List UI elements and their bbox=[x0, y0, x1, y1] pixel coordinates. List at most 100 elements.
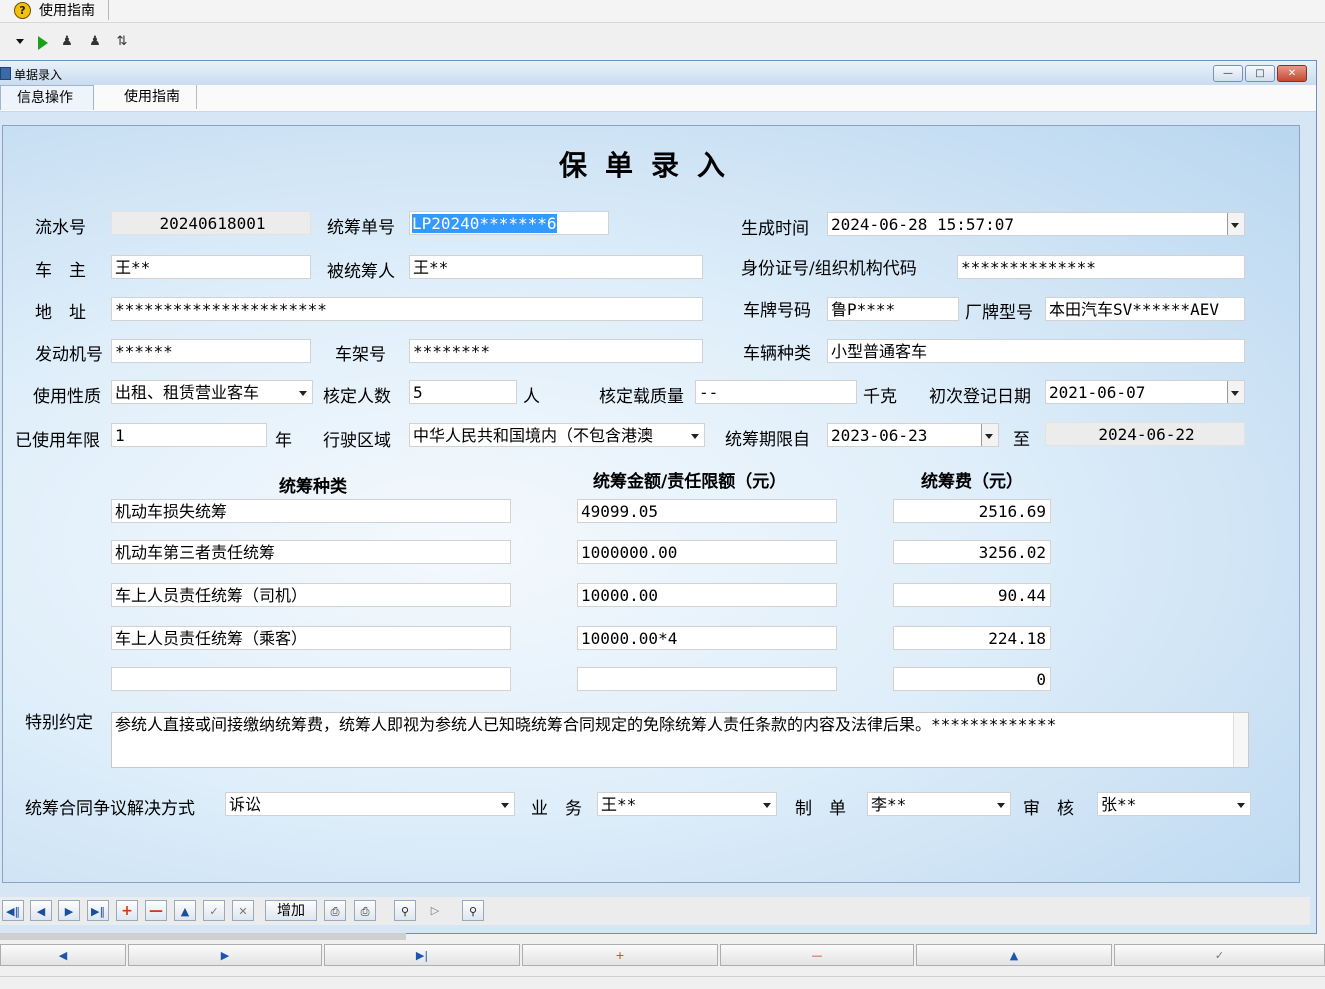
outer-insert-button[interactable]: + bbox=[522, 944, 718, 966]
outer-delete-button[interactable]: — bbox=[720, 944, 914, 966]
coverage-amount-2[interactable]: 1000000.00 bbox=[577, 540, 837, 564]
maker-label: 制 单 bbox=[795, 799, 846, 819]
usage-select[interactable]: 出租、租赁营业客车 bbox=[111, 380, 313, 404]
coverage-amount-1[interactable]: 49099.05 bbox=[577, 499, 837, 523]
coverage-amount-3[interactable]: 10000.00 bbox=[577, 583, 837, 607]
engine-field[interactable]: ****** bbox=[111, 339, 311, 363]
policy-no-selected-text: LP20240*******6 bbox=[412, 214, 557, 233]
last-record-button[interactable]: ▶‖ bbox=[87, 900, 109, 921]
vehicle-type-label: 车辆种类 bbox=[743, 344, 811, 364]
reg-date-field[interactable]: 2021-06-07 bbox=[1045, 380, 1245, 404]
window-titlebar: 单据录入 — □ ✕ bbox=[0, 61, 1316, 85]
maker-select[interactable]: 李** bbox=[867, 792, 1011, 816]
vehicle-type-field[interactable]: 小型普通客车 bbox=[827, 339, 1245, 363]
dispute-label: 统筹合同争议解决方式 bbox=[25, 799, 195, 819]
outer-navigator: ◀ ▶ ▶| + — ▲ ✓ bbox=[0, 944, 1325, 968]
years-used-label: 已使用年限 bbox=[15, 431, 100, 451]
address-field[interactable]: ********************** bbox=[111, 297, 703, 321]
coverage-kind-3[interactable]: 车上人员责任统筹（司机） bbox=[111, 583, 511, 607]
coverage-kind-5[interactable] bbox=[111, 667, 511, 691]
next-record-button[interactable]: ▶ bbox=[58, 900, 80, 921]
special-terms-memo[interactable]: 参统人直接或间接缴纳统筹费，统筹人即视为参统人已知晓统筹合同规定的免除统筹人责任… bbox=[111, 712, 1249, 768]
dispute-select[interactable]: 诉讼 bbox=[225, 792, 515, 816]
engine-label: 发动机号 bbox=[35, 345, 103, 365]
outer-edit-button[interactable]: ▲ bbox=[916, 944, 1112, 966]
business-select[interactable]: 王** bbox=[597, 792, 777, 816]
memo-scrollbar[interactable] bbox=[1233, 713, 1248, 767]
load-unit: 千克 bbox=[863, 387, 897, 407]
outer-next-button[interactable]: ▶ bbox=[128, 944, 322, 966]
period-to-field[interactable]: 2024-06-22 bbox=[1045, 422, 1245, 446]
first-record-button[interactable]: ◀‖ bbox=[2, 900, 24, 921]
load-label: 核定载质量 bbox=[599, 387, 684, 407]
app-toolbar: ♟ ♟ ⇅ bbox=[0, 28, 1325, 54]
auditor-select[interactable]: 张** bbox=[1097, 792, 1251, 816]
period-from-dropdown[interactable] bbox=[981, 424, 998, 446]
outer-prior-button[interactable]: ◀ bbox=[0, 944, 126, 966]
gen-time-field[interactable]: 2024-06-28 15:57:07 bbox=[827, 212, 1245, 236]
serial-field[interactable]: 20240618001 bbox=[111, 211, 311, 235]
tab-user-guide[interactable]: 使用指南 bbox=[108, 85, 197, 109]
gen-time-dropdown[interactable] bbox=[1227, 213, 1244, 235]
add-button[interactable]: 增加 bbox=[265, 900, 317, 921]
coverage-fee-2[interactable]: 3256.02 bbox=[893, 540, 1051, 564]
insert-record-button[interactable]: + bbox=[116, 900, 138, 921]
period-from-field[interactable]: 2023-06-23 bbox=[827, 423, 999, 447]
delete-record-button[interactable]: — bbox=[145, 900, 167, 921]
coverage-fee-1[interactable]: 2516.69 bbox=[893, 499, 1051, 523]
window-icon bbox=[0, 67, 11, 80]
id-no-label: 身份证号/组织机构代码 bbox=[741, 259, 917, 279]
help-menu[interactable]: ? 使用指南 bbox=[14, 0, 109, 20]
policy-no-label: 统筹单号 bbox=[327, 218, 395, 238]
coverage-kind-1[interactable]: 机动车损失统筹 bbox=[111, 499, 511, 523]
coverage-amount-4[interactable]: 10000.00*4 bbox=[577, 626, 837, 650]
coverage-amount-5[interactable] bbox=[577, 667, 837, 691]
minimize-button[interactable]: — bbox=[1213, 65, 1243, 82]
region-select[interactable]: 中华人民共和国境内（不包含港澳 bbox=[409, 423, 705, 447]
window-title: 单据录入 bbox=[14, 68, 63, 82]
toolbar-dropdown[interactable] bbox=[0, 34, 28, 48]
period-from-label: 统筹期限自 bbox=[725, 430, 810, 450]
user-search-icon[interactable]: ♟ bbox=[58, 33, 76, 51]
coverage-fee-5[interactable]: 0 bbox=[893, 667, 1051, 691]
help-icon: ? bbox=[14, 1, 31, 19]
reg-date-label: 初次登记日期 bbox=[929, 387, 1031, 407]
close-button[interactable]: ✕ bbox=[1277, 65, 1307, 82]
special-terms-text: 参统人直接或间接缴纳统筹费，统筹人即视为参统人已知晓统筹合同规定的免除统筹人责任… bbox=[115, 715, 1057, 734]
horizontal-scrollbar[interactable] bbox=[0, 933, 406, 940]
print-export-icon[interactable]: ⎙ bbox=[354, 900, 376, 921]
edit-record-button[interactable]: ▲ bbox=[174, 900, 196, 921]
preview-icon[interactable]: ⚲ bbox=[394, 900, 416, 921]
post-record-button[interactable]: ✓ bbox=[203, 900, 225, 921]
coverage-kind-4[interactable]: 车上人员责任统筹（乘客） bbox=[111, 626, 511, 650]
id-no-field[interactable]: ************** bbox=[957, 255, 1245, 279]
special-label: 特别约定 bbox=[25, 713, 93, 733]
user-find-icon[interactable]: ♟ bbox=[86, 33, 104, 51]
outer-last-button[interactable]: ▶| bbox=[324, 944, 520, 966]
policy-no-field[interactable]: LP20240*******6 bbox=[409, 211, 609, 235]
coverage-fee-4[interactable]: 224.18 bbox=[893, 626, 1051, 650]
reg-date-dropdown[interactable] bbox=[1227, 381, 1244, 403]
vin-field[interactable]: ******** bbox=[409, 339, 703, 363]
cancel-record-button[interactable]: ✕ bbox=[232, 900, 254, 921]
run-icon[interactable] bbox=[38, 36, 48, 50]
seats-field[interactable]: 5 bbox=[409, 380, 517, 404]
years-used-field[interactable]: 1 bbox=[111, 423, 267, 447]
outer-post-button[interactable]: ✓ bbox=[1114, 944, 1325, 966]
print-icon[interactable]: ⎙ bbox=[324, 900, 346, 921]
insured-field[interactable]: 王** bbox=[409, 255, 703, 279]
plate-field[interactable]: 鲁P**** bbox=[827, 297, 959, 321]
vin-label: 车架号 bbox=[335, 345, 386, 365]
model-field[interactable]: 本田汽车SV******AEV bbox=[1045, 297, 1245, 321]
refresh-icon[interactable]: ⇅ bbox=[113, 33, 131, 51]
search-icon[interactable]: ⚲ bbox=[462, 900, 484, 921]
coverage-kind-2[interactable]: 机动车第三者责任统筹 bbox=[111, 540, 511, 564]
prior-record-button[interactable]: ◀ bbox=[30, 900, 52, 921]
address-label: 地 址 bbox=[35, 303, 86, 323]
coverage-fee-3[interactable]: 90.44 bbox=[893, 583, 1051, 607]
load-field[interactable]: -- bbox=[695, 380, 857, 404]
owner-field[interactable]: 王** bbox=[111, 255, 311, 279]
maximize-button[interactable]: □ bbox=[1245, 65, 1275, 82]
region-label: 行驶区域 bbox=[323, 431, 391, 451]
tab-info-operation[interactable]: 信息操作 bbox=[0, 85, 94, 110]
